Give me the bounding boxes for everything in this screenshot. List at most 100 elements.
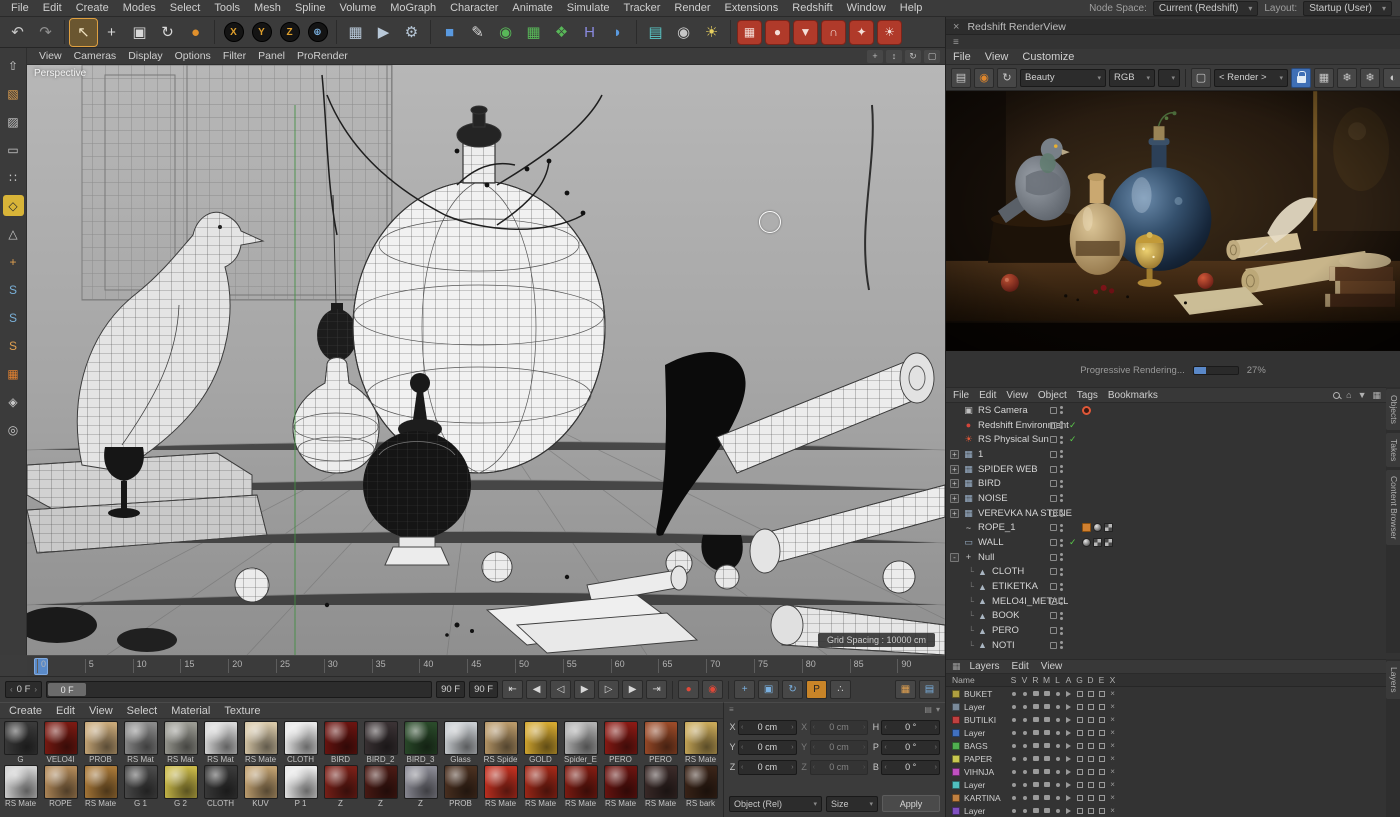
renderview-menu-customize[interactable]: Customize xyxy=(1015,50,1081,64)
material-thumbnail-z-1-10[interactable] xyxy=(404,765,438,799)
layer-color-swatch[interactable] xyxy=(952,755,960,763)
layer-toggle-e[interactable] xyxy=(1096,688,1107,699)
layer-toggle-d[interactable] xyxy=(1085,766,1096,777)
layer-toggle-l[interactable] xyxy=(1052,805,1063,816)
layer-toggle-r[interactable] xyxy=(1030,753,1041,764)
size-y-field[interactable]: ‹0 cm› xyxy=(810,740,869,755)
visibility-dots[interactable] xyxy=(1060,597,1063,605)
layer-color-swatch[interactable] xyxy=(952,742,960,750)
side-tab-content-browser[interactable]: Content Browser xyxy=(1386,470,1400,545)
viewport-pan-icon[interactable]: + xyxy=(867,50,883,63)
layer-toggle-r[interactable] xyxy=(1030,766,1041,777)
grid-icon[interactable]: ▦ xyxy=(949,661,964,672)
viewport-menu-cameras[interactable]: Cameras xyxy=(68,49,123,63)
search-icon[interactable] xyxy=(1333,392,1340,399)
home-icon[interactable]: ⌂ xyxy=(1346,390,1351,400)
layer-toggle-g[interactable] xyxy=(1074,701,1085,712)
layer-toggle-v[interactable] xyxy=(1019,701,1030,712)
side-tab-objects[interactable]: Objects xyxy=(1386,389,1400,430)
layer-toggle-g[interactable] xyxy=(1074,727,1085,738)
keyframe-parameter-toggle[interactable]: P xyxy=(806,680,827,699)
menu-tools[interactable]: Tools xyxy=(207,1,247,15)
material-thumbnail-bird-0-8[interactable] xyxy=(324,721,358,755)
workplane-mode-button[interactable]: ▭ xyxy=(3,139,24,160)
view-options-icon[interactable]: ▦ xyxy=(1372,390,1381,401)
visibility-dots[interactable] xyxy=(1060,568,1063,576)
rendered-image[interactable] xyxy=(946,91,1400,351)
rotation-h-field[interactable]: ‹0 °› xyxy=(881,720,940,735)
layer-toggle-d[interactable] xyxy=(1085,753,1096,764)
layer-toggle-m[interactable] xyxy=(1041,701,1052,712)
object-enable-toggle[interactable] xyxy=(1050,627,1057,634)
layer-toggle-a[interactable] xyxy=(1063,779,1074,790)
material-thumbnail-velo4i-0-1[interactable] xyxy=(44,721,78,755)
layer-row-butilki-2[interactable]: BUTILKI× xyxy=(946,713,1386,726)
stepper-right-icon[interactable]: › xyxy=(935,724,937,731)
start-ipr-button[interactable]: ◉ xyxy=(974,68,994,88)
menu-select[interactable]: Select xyxy=(163,1,208,15)
layer-toggle-x[interactable]: × xyxy=(1107,701,1118,712)
layer-toggle-x[interactable]: × xyxy=(1107,714,1118,725)
material-thumbnail-rs-mate-1-12[interactable] xyxy=(484,765,518,799)
menu-mograph[interactable]: MoGraph xyxy=(383,1,443,15)
object-row-etiketka[interactable]: └▲ETIKETKA xyxy=(946,579,1386,594)
stepper-left-icon[interactable]: ‹ xyxy=(741,724,743,731)
stepper-left-icon[interactable]: ‹ xyxy=(813,744,815,751)
viewport-menu-prorender[interactable]: ProRender xyxy=(291,49,354,63)
timeline-mode-button[interactable]: ▦ xyxy=(895,680,916,699)
object-row-rope-1[interactable]: ~ROPE_1 xyxy=(946,521,1386,536)
render-settings-button[interactable]: ⚙ xyxy=(398,19,425,46)
layer-toggle-v[interactable] xyxy=(1019,714,1030,725)
layer-toggle-e[interactable] xyxy=(1096,766,1107,777)
go-to-previous-key-button[interactable]: ◀ xyxy=(526,680,547,699)
menu-redshift[interactable]: Redshift xyxy=(785,1,839,15)
layer-row-layer-9[interactable]: Layer× xyxy=(946,804,1386,817)
workplane-snap-button[interactable]: ▦ xyxy=(3,363,24,384)
object-enable-toggle[interactable] xyxy=(1050,495,1057,502)
viewport-menu-filter[interactable]: Filter xyxy=(217,49,252,63)
material-thumbnail-rs-mate-1-14[interactable] xyxy=(564,765,598,799)
position-y-field[interactable]: ‹0 cm› xyxy=(738,740,797,755)
layer-toggle-l[interactable] xyxy=(1052,766,1063,777)
visibility-dots[interactable] xyxy=(1060,450,1063,458)
rotation-p-field[interactable]: ‹0 °› xyxy=(881,740,940,755)
end-frame-field[interactable]: 90 F xyxy=(469,681,498,698)
soft-selection-button[interactable]: S xyxy=(3,279,24,300)
layer-toggle-m[interactable] xyxy=(1041,688,1052,699)
layer-toggle-s[interactable] xyxy=(1008,792,1019,803)
layer-row-layer-3[interactable]: Layer× xyxy=(946,726,1386,739)
stepper-left-icon[interactable]: ‹ xyxy=(813,764,815,771)
layer-toggle-l[interactable] xyxy=(1052,688,1063,699)
material-thumbnail-rs-mate-1-0[interactable] xyxy=(4,765,38,799)
viewport-solo-button[interactable]: ◎ xyxy=(3,419,24,440)
light-button[interactable]: ☀ xyxy=(698,19,725,46)
menu-volume[interactable]: Volume xyxy=(333,1,384,15)
position-z-field[interactable]: ‹0 cm› xyxy=(738,760,797,775)
material-thumbnail-rs-mate-0-17[interactable] xyxy=(684,721,718,755)
object-enable-toggle[interactable] xyxy=(1050,554,1057,561)
material-thumbnail-spider-e-0-14[interactable] xyxy=(564,721,598,755)
object-enable-toggle[interactable] xyxy=(1050,539,1057,546)
layer-toggle-m[interactable] xyxy=(1041,753,1052,764)
filter-icon[interactable]: ▼ xyxy=(1358,390,1367,400)
material-thumbnail-cloth-1-5[interactable] xyxy=(204,765,238,799)
layer-toggle-a[interactable] xyxy=(1063,766,1074,777)
pen-tool-button[interactable]: ✎ xyxy=(464,19,491,46)
layer-toggle-m[interactable] xyxy=(1041,727,1052,738)
add-cube-button[interactable]: ■ xyxy=(436,19,463,46)
layer-toggle-a[interactable] xyxy=(1063,805,1074,816)
orange-tag-icon[interactable] xyxy=(1082,523,1091,532)
layout-select[interactable]: Startup (User)▾ xyxy=(1303,1,1392,16)
region-render-button[interactable]: ▢ xyxy=(1191,68,1211,88)
layer-toggle-a[interactable] xyxy=(1063,792,1074,803)
viewport-camera-label[interactable]: Perspective xyxy=(34,68,86,79)
stepper-left-icon[interactable]: ‹ xyxy=(10,685,13,694)
target-tag-icon[interactable] xyxy=(1082,406,1091,415)
menu-mesh[interactable]: Mesh xyxy=(247,1,288,15)
layer-toggle-l[interactable] xyxy=(1052,740,1063,751)
layer-color-swatch[interactable] xyxy=(952,690,960,698)
material-thumbnail-cloth-0-7[interactable] xyxy=(284,721,318,755)
stepper-left-icon[interactable]: ‹ xyxy=(741,744,743,751)
checker-tag-icon[interactable] xyxy=(1104,523,1113,532)
material-thumbnail-z-1-8[interactable] xyxy=(324,765,358,799)
